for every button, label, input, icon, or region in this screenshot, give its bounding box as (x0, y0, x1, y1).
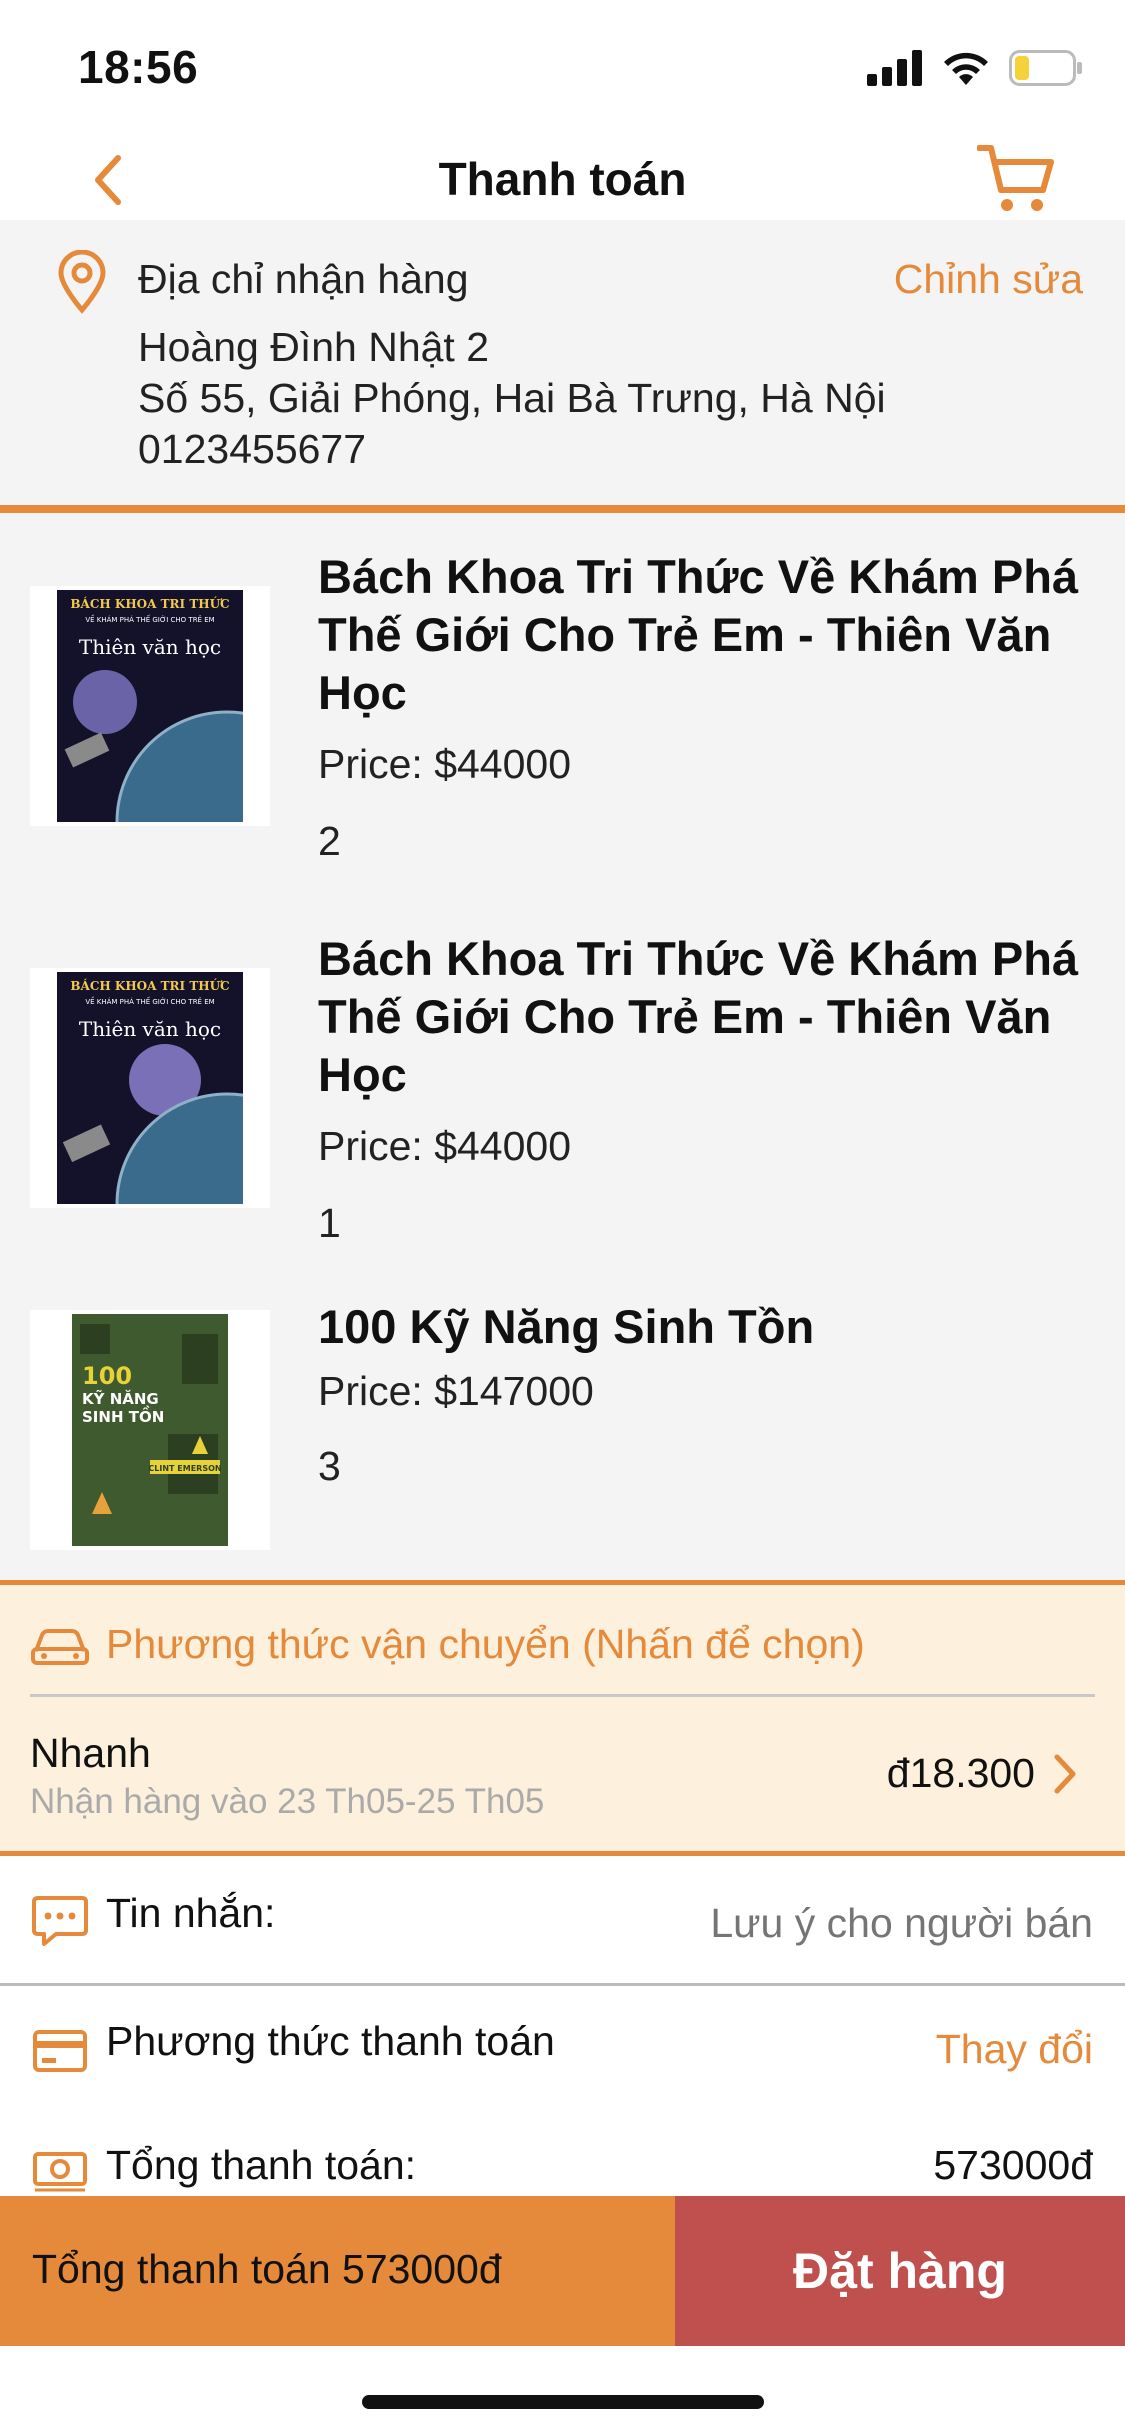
address-title: Địa chỉ nhận hàng (138, 256, 469, 302)
product-image: 100 KỸ NĂNG SINH TỒN CLINT EMERSON (30, 1310, 270, 1550)
shipping-fee: đ18.300 (886, 1750, 1035, 1796)
cover-header: BÁCH KHOA TRI THỨC (70, 595, 229, 611)
chat-icon (32, 1896, 88, 1946)
status-bar: 18:56 (0, 0, 1125, 130)
nav-bar: Thanh toán (0, 130, 1125, 220)
change-payment-button[interactable]: Thay đổi (936, 2026, 1093, 2073)
divider (30, 1694, 1095, 1697)
car-icon (31, 1629, 89, 1665)
cart-icon[interactable] (977, 142, 1055, 214)
bottom-total-text: Tổng thanh toán 573000đ (32, 2246, 502, 2292)
home-indicator[interactable] (362, 2395, 764, 2409)
bottom-total: Tổng thanh toán 573000đ (0, 2196, 675, 2346)
product-price: Price: $44000 (318, 1123, 572, 1169)
cover-name-line1: KỸ NĂNG (82, 1389, 159, 1408)
cover-header: BÁCH KHOA TRI THỨC (70, 977, 229, 993)
place-order-button[interactable]: Đặt hàng (675, 2196, 1125, 2346)
cover-name: Thiên văn học (79, 1017, 221, 1041)
product-quantity: 3 (318, 1443, 341, 1489)
shipping-title: Phương thức vận chuyển (Nhấn để chọn) (106, 1621, 865, 1667)
message-input[interactable] (533, 1900, 1093, 1947)
product-price: Price: $44000 (318, 741, 572, 787)
cover-subtitle: VỀ KHÁM PHÁ THẾ GIỚI CHO TRẺ EM (85, 996, 214, 1006)
recipient-phone: 0123455677 (138, 426, 367, 472)
credit-card-icon (33, 2030, 87, 2072)
cellular-signal-icon (867, 50, 922, 86)
divider (0, 505, 1125, 513)
product-image: BÁCH KHOA TRI THỨC VỀ KHÁM PHÁ THẾ GIỚI … (30, 968, 270, 1208)
book-cover-astronomy: BÁCH KHOA TRI THỨC VỀ KHÁM PHÁ THẾ GIỚI … (57, 590, 243, 822)
payment-section: Phương thức thanh toán Thay đổi Tổng tha… (0, 1986, 1125, 2196)
money-icon (33, 2152, 87, 2192)
product-title: Bách Khoa Tri Thức Về Khám Phá Thế Giới … (318, 550, 1079, 719)
page-title: Thanh toán (438, 153, 687, 205)
message-label: Tin nhắn: (106, 1890, 276, 1936)
cover-number: 100 (82, 1362, 132, 1390)
shipping-method-section[interactable]: Phương thức vận chuyển (Nhấn để chọn) Nh… (0, 1585, 1125, 1851)
product-quantity: 1 (318, 1200, 341, 1246)
recipient-name: Hoàng Đình Nhật 2 (138, 324, 490, 370)
recipient-street: Số 55, Giải Phóng, Hai Bà Trưng, Hà Nội (138, 375, 886, 421)
cover-name: Thiên văn học (79, 635, 221, 659)
cover-author: CLINT EMERSON (148, 1464, 221, 1473)
chevron-right-icon[interactable] (1053, 1753, 1077, 1795)
total-label: Tổng thanh toán: (106, 2142, 417, 2188)
product-list: BÁCH KHOA TRI THỨC VỀ KHÁM PHÁ THẾ GIỚI … (0, 513, 1125, 1580)
total-value: 573000đ (933, 2142, 1093, 2188)
book-cover-astronomy: BÁCH KHOA TRI THỨC VỀ KHÁM PHÁ THẾ GIỚI … (57, 972, 243, 1204)
product-image: BÁCH KHOA TRI THỨC VỀ KHÁM PHÁ THẾ GIỚI … (30, 586, 270, 826)
product-title: Bách Khoa Tri Thức Về Khám Phá Thế Giới … (318, 932, 1079, 1101)
edit-address-button[interactable]: Chỉnh sửa (894, 256, 1083, 303)
message-section: Tin nhắn: (0, 1856, 1125, 1986)
payment-method-label: Phương thức thanh toán (106, 2018, 555, 2064)
book-cover-survival: 100 KỸ NĂNG SINH TỒN CLINT EMERSON (72, 1314, 228, 1546)
product-price: Price: $147000 (318, 1368, 594, 1414)
location-pin-icon (58, 250, 106, 314)
wifi-icon (944, 52, 988, 85)
cover-subtitle: VỀ KHÁM PHÁ THẾ GIỚI CHO TRẺ EM (85, 614, 214, 624)
shipping-delivery-date: Nhận hàng vào 23 Th05-25 Th05 (30, 1782, 545, 1821)
checkout-bar: Tổng thanh toán 573000đ Đặt hàng (0, 2196, 1125, 2346)
battery-icon (1009, 50, 1082, 86)
product-title: 100 Kỹ Năng Sinh Tồn (318, 1300, 815, 1353)
status-time: 18:56 (78, 41, 199, 93)
shipping-address-section: Địa chỉ nhận hàng Chỉnh sửa Hoàng Đình N… (0, 220, 1125, 505)
status-icons (867, 48, 1083, 88)
product-quantity: 2 (318, 818, 341, 864)
shipping-method-name: Nhanh (30, 1730, 151, 1776)
cover-name-line2: SINH TỒN (82, 1404, 164, 1426)
